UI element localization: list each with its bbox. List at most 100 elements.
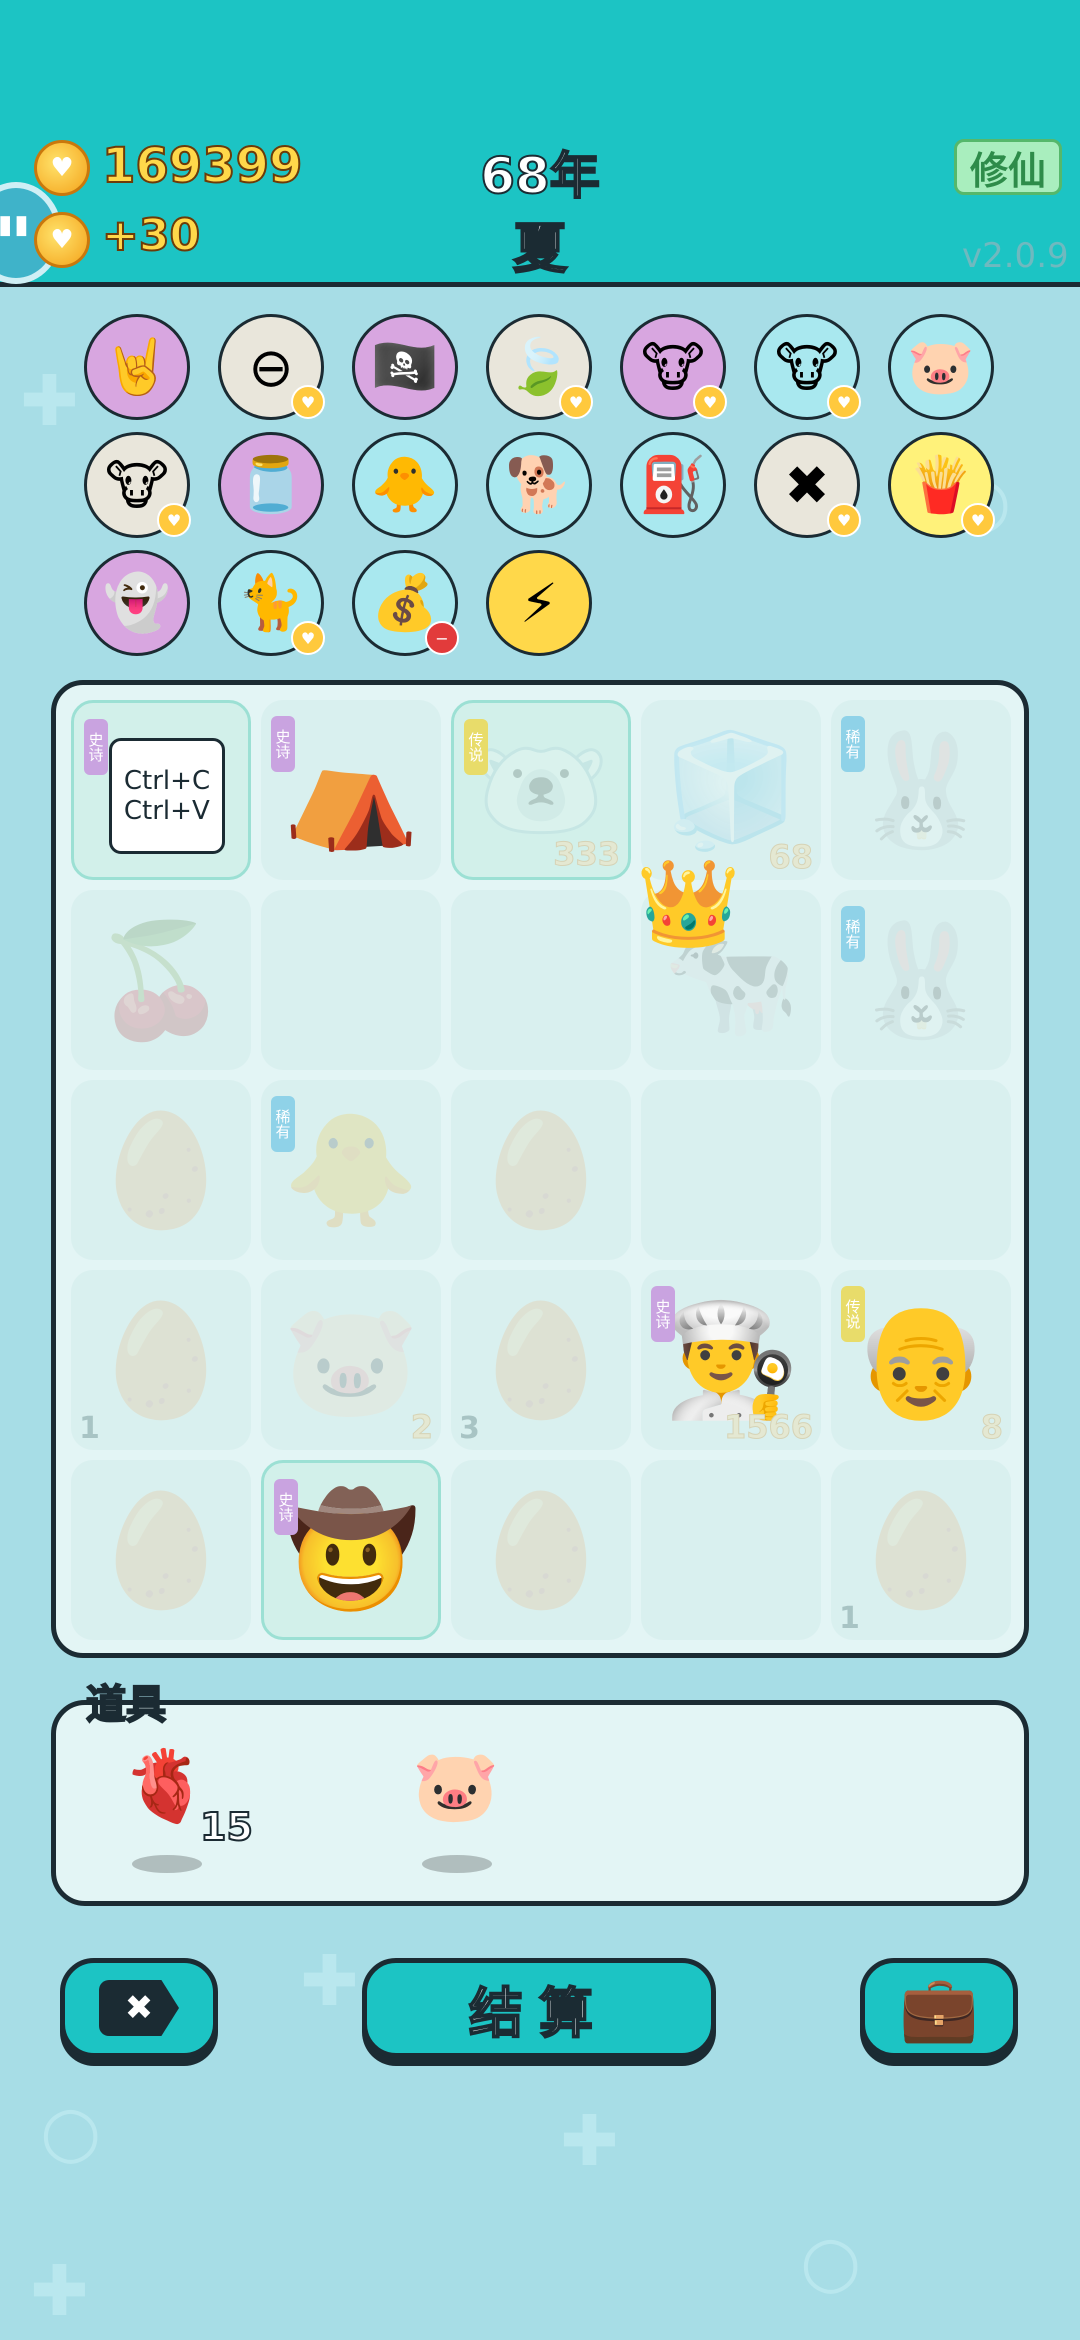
coin-gain: +30 (101, 209, 201, 262)
rock-hand-item-icon[interactable]: 🤘 (84, 314, 190, 420)
ghost-item-icon[interactable]: 👻 (84, 550, 190, 656)
inventory-button[interactable]: 💼 (860, 1958, 1018, 2058)
cow-pair-3-item-icon[interactable]: 🐮 ♥ (84, 432, 191, 538)
settle-button[interactable]: 结算 (362, 1958, 716, 2058)
board-symbol-icon (451, 890, 631, 1070)
board-cell[interactable]: 🥚 (71, 1080, 251, 1260)
piggy-bank-item-icon[interactable]: 🐷 (888, 314, 994, 420)
remove-button[interactable]: ✖ (60, 1958, 218, 2058)
liver-prop-icon[interactable]: 🫀 (122, 1745, 209, 1828)
rarity-tag: 传说 (841, 1286, 865, 1342)
board-cell[interactable]: 🥚 (451, 1460, 631, 1640)
heart-badge-icon: ♥ (291, 621, 325, 655)
rarity-tag: 史诗 (274, 1479, 298, 1535)
bg-cross-icon: ✚ (300, 1940, 359, 2022)
board-cell[interactable]: 🥚 3 (451, 1270, 631, 1450)
rarity-tag: 史诗 (271, 716, 295, 772)
heart-badge-icon: ♥ (693, 385, 727, 419)
rarity-tag: 史诗 (651, 1286, 675, 1342)
prop-count: 15 (199, 1804, 254, 1850)
heart-badge-icon: ♥ (827, 503, 861, 537)
heart-badge-icon: ♥ (157, 503, 191, 537)
lightning-item-icon[interactable]: ⚡ (486, 550, 592, 656)
board-cell[interactable]: 👨‍🍳 史诗 1566 (641, 1270, 821, 1450)
bg-ring-icon: ○ (800, 2220, 862, 2302)
cell-counter: 68 (768, 838, 814, 877)
remove-tag-item-icon[interactable]: ✖ ♥ (754, 432, 861, 538)
leaf-item-icon[interactable]: 🍃 ♥ (486, 314, 593, 420)
rarity-tag: 稀有 (841, 716, 865, 772)
settle-label: 结算 (468, 1981, 609, 2046)
bg-cross-icon: ✚ (30, 2250, 89, 2332)
cat-item-icon[interactable]: 🐈 ♥ (218, 550, 325, 656)
cell-counter: 1 (839, 1601, 860, 1636)
rarity-tag: 稀有 (841, 906, 865, 962)
coin-icon (34, 212, 90, 268)
board-cell[interactable] (831, 1080, 1011, 1260)
remove-tag-icon: ✖ (99, 1980, 179, 2036)
board-cell[interactable] (641, 1460, 821, 1640)
board-cell[interactable]: Ctrl+C Ctrl+V 史诗 (71, 700, 251, 880)
rarity-tag: 稀有 (271, 1096, 295, 1152)
coin-icon (34, 140, 90, 196)
coin-total: 169399 (101, 137, 303, 195)
bg-cross-icon: ✚ (20, 360, 79, 442)
fries-item-icon[interactable]: 🍟 ♥ (888, 432, 995, 538)
props-label: 道具 (85, 1681, 167, 1729)
chick-egg-item-icon[interactable]: 🐥 (352, 432, 458, 538)
board-cell[interactable]: 🐰 稀有 (831, 890, 1011, 1070)
board-cell[interactable]: 🐰 稀有 (831, 700, 1011, 880)
cool-dog-item-icon[interactable]: 🐕 (486, 432, 592, 538)
crown-icon: 👑 (636, 854, 741, 952)
board-cell[interactable]: 🥚 1 (831, 1460, 1011, 1640)
board-cell[interactable]: 🤠 史诗 (261, 1460, 441, 1640)
board-symbol-icon: 🍒 (92, 915, 230, 1044)
board-symbol-icon (831, 1080, 1011, 1260)
version-label: v2.0.9 (962, 236, 1069, 276)
board-cell[interactable] (641, 1080, 821, 1260)
board-cell[interactable]: 🐄 👑 (636, 854, 821, 1070)
cell-counter: 1 (79, 1411, 100, 1446)
piggy-bank-prop-icon[interactable]: 🐷 (412, 1745, 499, 1828)
board-cell[interactable]: 🐷 2 (261, 1270, 441, 1450)
cow-pair-2-item-icon[interactable]: 🐮 ♥ (754, 314, 861, 420)
board-symbol-icon (641, 1080, 821, 1260)
board-cell[interactable]: 🥚 1 (71, 1270, 251, 1450)
board-cell[interactable]: 🧊 68 (641, 700, 821, 880)
board-cell[interactable]: 🍒 (71, 890, 251, 1070)
board-cell[interactable]: 👴 传说 8 (831, 1270, 1011, 1450)
board-cell[interactable]: 🥚 (71, 1460, 251, 1640)
prop-shadow (422, 1855, 492, 1873)
eyepatch-item-icon[interactable]: 🏴‍☠️ (352, 314, 458, 420)
year-label: 68年 (479, 146, 601, 206)
board-cell[interactable]: 🥚 (451, 1080, 631, 1260)
cultivate-button[interactable]: 修仙 (954, 139, 1062, 195)
board-cell[interactable]: 🐥 稀有 (261, 1080, 441, 1260)
cell-counter: 8 (980, 1408, 1003, 1447)
board-symbol-icon: 🥚 (472, 1105, 610, 1234)
cell-counter: 1566 (723, 1408, 813, 1447)
board-cell[interactable] (451, 890, 631, 1070)
rarity-tag: 传说 (464, 719, 488, 775)
cow-pair-item-icon[interactable]: 🐮 ♥ (620, 314, 727, 420)
heart-badge-icon: ♥ (291, 385, 325, 419)
air-pump-item-icon[interactable]: ⛽ (620, 432, 726, 538)
board-cell[interactable]: ⛺ 史诗 (261, 700, 441, 880)
bg-ring-icon: ○ (40, 2090, 102, 2172)
jar-item-icon[interactable]: 🫙 (218, 432, 324, 538)
minus-badge-icon: − (425, 621, 459, 655)
board-cell[interactable]: 🐻‍❄️ 传说 333 (451, 700, 631, 880)
heart-badge-icon: ♥ (961, 503, 995, 537)
no-entry-item-icon[interactable]: ⊖ ♥ (218, 314, 325, 420)
board-symbol-icon: 🥚 (92, 1105, 230, 1234)
bg-cross-icon: ✚ (560, 2100, 619, 2182)
sack-item-icon[interactable]: 💰 − (352, 550, 459, 656)
cell-counter: 2 (410, 1408, 433, 1447)
board-symbol-icon (261, 890, 441, 1070)
heart-badge-icon: ♥ (827, 385, 861, 419)
board-cell[interactable] (261, 890, 441, 1070)
rarity-tag: 史诗 (84, 719, 108, 775)
props-panel: 🫀 15 🐷 (51, 1700, 1029, 1906)
board-symbol-icon: 🥚 (92, 1485, 230, 1614)
board-symbol-icon: 🥚 (472, 1485, 610, 1614)
